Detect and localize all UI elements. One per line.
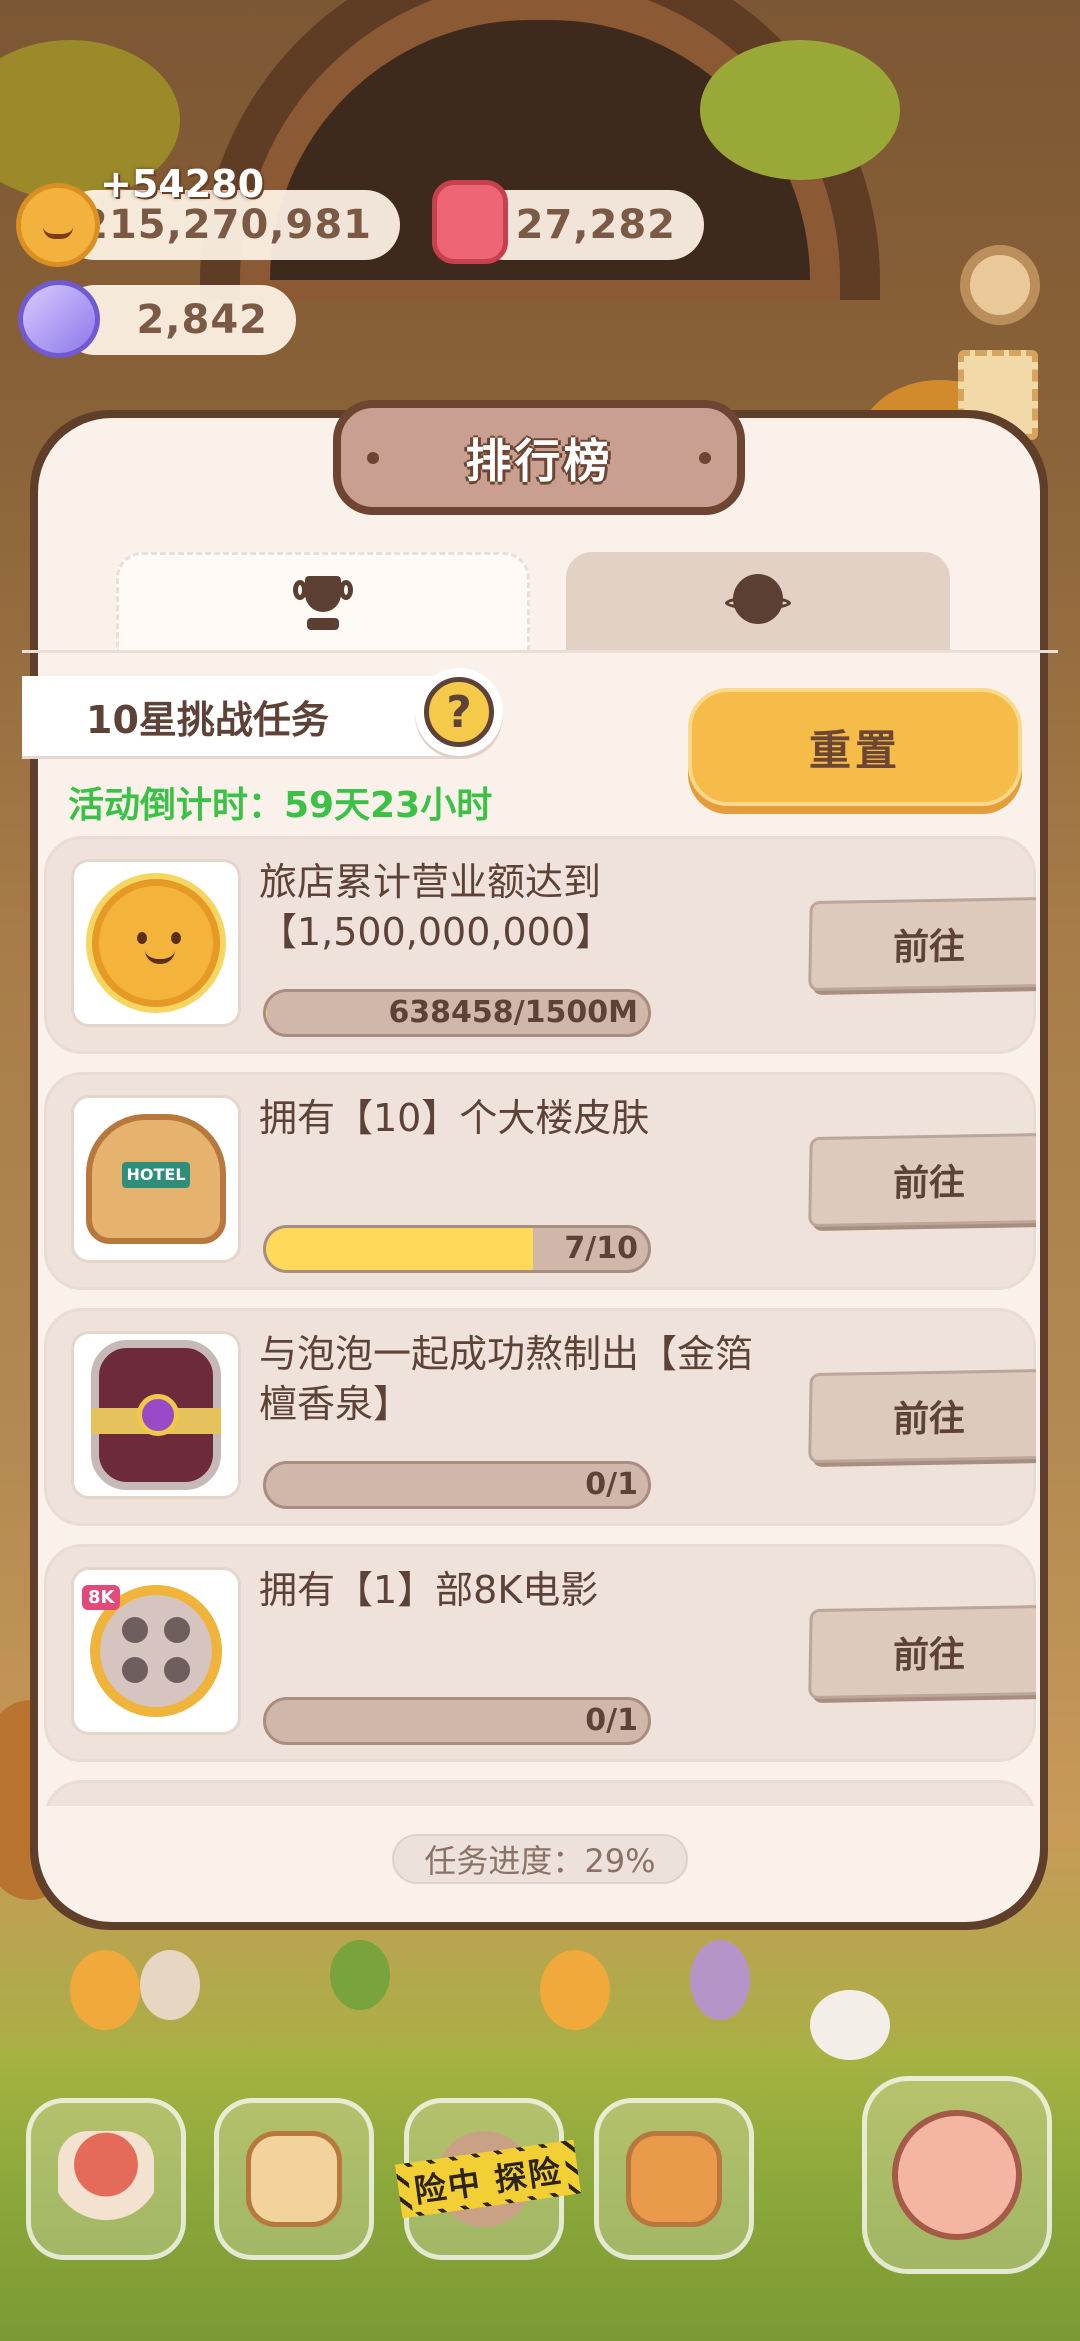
candle-icon [432, 180, 508, 264]
task-thumb: HOTEL [71, 1095, 241, 1263]
8k-badge: 8K [82, 1585, 121, 1610]
task-progress-bar: 0/1 [263, 1697, 651, 1745]
task-title: 与泡泡一起成功熬制出【金箔檀香泉】 [259, 1332, 754, 1426]
task-title: 旅店累计营业额达到【1,500,000,000】 [259, 860, 614, 954]
planet-icon [725, 574, 791, 630]
task-thumb: 8K [71, 1567, 241, 1735]
guest-character [810, 1990, 890, 2060]
task-item [44, 1780, 1036, 1806]
hotel-skin-icon: HOTEL [86, 1114, 226, 1244]
tab-planet[interactable] [566, 552, 950, 652]
progress-text: 0/1 [585, 1703, 638, 1738]
task-thumb [71, 859, 241, 1027]
cookie-character [540, 1950, 610, 2030]
gold-coin-icon [16, 183, 100, 267]
settings-gear-icon[interactable] [960, 245, 1040, 325]
notebook-icon [246, 2131, 342, 2227]
task-list[interactable]: 旅店累计营业额达到【1,500,000,000】 638458/1500M 前往… [44, 836, 1036, 1806]
fish-character-icon [892, 2110, 1022, 2240]
task-item: HOTEL 拥有【10】个大楼皮肤 7/10 前往 [44, 1072, 1036, 1290]
gem-amount: 2,842 [136, 297, 268, 343]
potion-jar-icon [91, 1340, 221, 1490]
plaque-rivet [699, 452, 711, 464]
go-button[interactable]: 前往 [808, 1604, 1036, 1700]
mushroom-house-icon [58, 2131, 154, 2227]
event-countdown: 活动倒计时：59天23小时 [68, 785, 493, 826]
candle-amount: 27,282 [515, 202, 676, 248]
progress-text: 638458/1500M [388, 995, 638, 1030]
panel-title: 排行榜 [465, 433, 613, 488]
plaque-rivet [367, 452, 379, 464]
progress-fill [266, 1228, 534, 1270]
nav-home-button[interactable] [26, 2098, 186, 2260]
guest-character [140, 1950, 200, 2020]
panel-title-plaque: 排行榜 [333, 400, 745, 515]
help-button[interactable]: ? [415, 668, 503, 756]
guest-character [330, 1940, 390, 2010]
film-reel-icon: 8K [82, 1585, 222, 1717]
crystal-gem-icon [18, 280, 100, 358]
overall-progress: 任务进度：29% [392, 1834, 688, 1884]
task-title: 拥有【10】个大楼皮肤 [259, 1096, 650, 1140]
go-button[interactable]: 前往 [808, 896, 1036, 992]
question-icon: ? [424, 677, 494, 747]
task-item: 与泡泡一起成功熬制出【金箔檀香泉】 0/1 前往 [44, 1308, 1036, 1526]
task-item: 旅店累计营业额达到【1,500,000,000】 638458/1500M 前往 [44, 836, 1036, 1054]
task-item: 8K 拥有【1】部8K电影 0/1 前往 [44, 1544, 1036, 1762]
task-thumb [71, 1331, 241, 1499]
trophy-icon [293, 575, 353, 632]
task-progress-bar: 7/10 [263, 1225, 651, 1273]
challenge-title: 10星挑战任务 [86, 697, 329, 742]
cookie-coin-icon [92, 879, 220, 1007]
nav-character-button[interactable] [862, 2076, 1052, 2274]
shop-icon [626, 2131, 722, 2227]
foliage [700, 40, 900, 180]
progress-text: 0/1 [585, 1467, 638, 1502]
gold-delta: +54280 [100, 162, 265, 206]
tab-divider [22, 650, 1058, 653]
task-title: 拥有【1】部8K电影 [259, 1568, 599, 1612]
task-progress-bar: 638458/1500M [263, 989, 651, 1037]
cookie-character [70, 1950, 140, 2030]
progress-text: 7/10 [564, 1231, 638, 1266]
nav-shop-button[interactable] [594, 2098, 754, 2260]
go-button[interactable]: 前往 [808, 1368, 1036, 1464]
gold-amount: 215,270,981 [80, 202, 372, 248]
guest-character [690, 1940, 750, 2020]
reset-button[interactable]: 重置 [688, 688, 1022, 806]
task-progress-bar: 0/1 [263, 1461, 651, 1509]
tab-trophy[interactable] [116, 552, 530, 652]
nav-notebook-button[interactable] [214, 2098, 374, 2260]
go-button[interactable]: 前往 [808, 1132, 1036, 1228]
